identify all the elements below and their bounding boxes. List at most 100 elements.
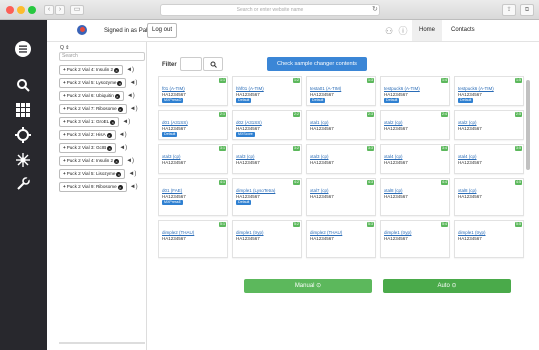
sample-card[interactable]: 1:1 f01 (A-TIM) HA1234567 MXPressO	[158, 76, 228, 106]
sample-card[interactable]: 3:4 xtal4 (cp) HA1234567	[380, 144, 450, 174]
tab-home[interactable]: Home	[412, 20, 442, 41]
sample-card[interactable]: 5:2 dimple1 (tryp) HA1234567	[232, 220, 302, 258]
grid-icon[interactable]	[12, 99, 34, 121]
sample-name-link[interactable]: xtal3 (cp)	[310, 154, 329, 159]
puck-button[interactable]: + Puck 2 Vial 7: Ribosome ×	[59, 104, 127, 114]
puck-button[interactable]: + Puck 2 Vial 4: Insulin 2 ×	[59, 65, 124, 75]
sample-card[interactable]: 1:4 testpuck6 (A-TIM) HA1234567 Default	[380, 76, 450, 106]
puck-button[interactable]: + Puck 2 Vial 9: Ribosome ×	[59, 182, 127, 192]
puck-button[interactable]: + Puck 2 Vial 5: Lysozyme ×	[59, 78, 127, 88]
speaker-icon[interactable]: ◄)	[126, 67, 134, 73]
sample-card[interactable]: 1:3 testa01 (A-TIM) HA1234567 Default	[306, 76, 376, 106]
sample-name-link[interactable]: testpuck6 (A-TIM)	[384, 86, 420, 91]
sample-name-link[interactable]: xtal2 (cp)	[384, 120, 403, 125]
sample-card[interactable]: 1:2 hhf01 (A-TIM) HA1234567 Default	[232, 76, 302, 106]
puck-button[interactable]: + Puck 3 Vial 2: HisA ×	[59, 130, 116, 140]
speaker-icon[interactable]: ◄)	[127, 93, 135, 99]
sample-name-link[interactable]: d01 (FAE)	[162, 188, 182, 193]
close-window-button[interactable]	[6, 6, 14, 14]
filter-search-button[interactable]	[203, 57, 223, 71]
sample-name-link[interactable]: d01 (A31SS)	[162, 120, 188, 125]
sample-card[interactable]: 4:1 d01 (FAE) HA1234567 MXPressE	[158, 178, 228, 216]
sample-name-link[interactable]: dimple1 (tryp)	[458, 230, 486, 235]
sample-card[interactable]: 2:4 xtal2 (cp) HA1234567	[380, 110, 450, 140]
tabs-icon[interactable]: ⧉	[520, 4, 534, 16]
sample-name-link[interactable]: testpuck6 (A-TIM)	[458, 86, 494, 91]
speaker-icon[interactable]: ◄)	[119, 145, 127, 151]
search-icon[interactable]	[12, 74, 34, 96]
tools-icon[interactable]	[12, 173, 34, 195]
sample-name-link[interactable]: dimple2 (THAU)	[162, 230, 194, 235]
sample-name-link[interactable]: dimple1 (tryp)	[384, 230, 412, 235]
sample-name-link[interactable]: dimple1 (tryp)	[236, 230, 264, 235]
sample-card[interactable]: 3:5 xtal4 (cp) HA1234567	[454, 144, 524, 174]
remove-icon[interactable]: ×	[116, 171, 122, 177]
sample-card[interactable]: 2:2 d02 (A31SS) HA1234567 MXScore	[232, 110, 302, 140]
sample-name-link[interactable]: xtal3 (cp)	[162, 154, 181, 159]
sample-name-link[interactable]: xtal2 (cp)	[458, 120, 477, 125]
sample-name-link[interactable]: dimple1 (LysoTetra)	[236, 188, 275, 193]
sample-card[interactable]: 5:5 dimple1 (tryp) HA1234567	[454, 220, 524, 258]
share-icon[interactable]: ⇪	[502, 4, 516, 16]
logout-button[interactable]: Log out	[147, 23, 178, 38]
remove-icon[interactable]: ×	[106, 132, 112, 138]
puck-button[interactable]: + Puck 2 Vial 4: Insulin 2 ×	[59, 156, 124, 166]
sample-name-link[interactable]: dimple2 (THAU)	[310, 230, 342, 235]
sample-card[interactable]: 1:5 testpuck6 (A-TIM) HA1234567 Default	[454, 76, 524, 106]
users-icon[interactable]: ⚇	[383, 25, 395, 37]
sample-card[interactable]: 3:3 xtal3 (cp) HA1234567	[306, 144, 376, 174]
speaker-icon[interactable]: ◄)	[129, 80, 137, 86]
sample-card[interactable]: 2:3 xtal1 (cp) HA1234567	[306, 110, 376, 140]
puck-button[interactable]: + Puck 2 Vial 5: Lisozyme ×	[59, 169, 126, 179]
speaker-icon[interactable]: ◄)	[130, 106, 138, 112]
sample-name-link[interactable]: xtal8 (cp)	[384, 188, 403, 193]
speaker-icon[interactable]: ◄)	[128, 171, 136, 177]
manual-button[interactable]: Manual ⊙	[244, 279, 372, 293]
sample-name-link[interactable]: xtal4 (cp)	[458, 154, 477, 159]
minimize-window-button[interactable]	[17, 6, 25, 14]
puck-button[interactable]: + Puck 2 Vial 6: Ubiquitin ×	[59, 91, 124, 101]
address-bar[interactable]: Search or enter website name	[160, 4, 380, 16]
sort-icon[interactable]: Q ⇕	[60, 45, 69, 51]
sample-name-link[interactable]: xtal3 (cp)	[236, 154, 255, 159]
menu-icon[interactable]	[12, 38, 34, 60]
sample-card[interactable]: 2:5 xtal2 (cp) HA1234567	[454, 110, 524, 140]
sample-card[interactable]: 4:5 xtal8 (cp) HA1234567	[454, 178, 524, 216]
sample-card[interactable]: 3:2 xtal3 (cp) HA1234567	[232, 144, 302, 174]
remove-icon[interactable]: ×	[107, 145, 113, 151]
remove-icon[interactable]: ×	[117, 184, 123, 190]
remove-icon[interactable]: ×	[117, 106, 123, 112]
sample-card[interactable]: 5:4 dimple1 (tryp) HA1234567	[380, 220, 450, 258]
sample-name-link[interactable]: xtal8 (cp)	[458, 188, 477, 193]
puck-button[interactable]: + Puck 2 Vial 3: GcIB ×	[59, 143, 117, 153]
tab-contacts[interactable]: Contacts	[445, 20, 481, 41]
zoom-window-button[interactable]	[28, 6, 36, 14]
sample-name-link[interactable]: f01 (A-TIM)	[162, 86, 185, 91]
check-sample-changer-button[interactable]: Check sample changer contents	[267, 57, 367, 71]
alert-icon[interactable]: ⓘ	[397, 25, 409, 37]
sample-name-link[interactable]: d02 (A31SS)	[236, 120, 262, 125]
sample-card[interactable]: 2:1 d01 (A31SS) HA1234567 Default	[158, 110, 228, 140]
sidebar-toggle-icon[interactable]: ▭	[70, 5, 84, 15]
sample-card[interactable]: 4:2 dimple1 (LysoTetra) HA1234567 Default	[232, 178, 302, 216]
speaker-icon[interactable]: ◄)	[119, 132, 127, 138]
remove-icon[interactable]: ×	[114, 67, 120, 73]
back-button[interactable]: ‹	[44, 5, 54, 15]
sample-name-link[interactable]: xtal7 (cp)	[310, 188, 329, 193]
sample-card[interactable]: 5:1 dimple2 (THAU) HA1234567	[158, 220, 228, 258]
grid-scrollbar[interactable]	[526, 80, 530, 170]
remove-icon[interactable]: ×	[117, 80, 123, 86]
puck-search-input[interactable]: Search	[59, 52, 145, 61]
sample-card[interactable]: 4:3 xtal7 (cp) HA1234567	[306, 178, 376, 216]
sample-name-link[interactable]: testa01 (A-TIM)	[310, 86, 341, 91]
reload-icon[interactable]: ↻	[372, 4, 378, 16]
sample-icon[interactable]	[12, 149, 34, 171]
settings-icon[interactable]	[12, 124, 34, 146]
remove-icon[interactable]: ×	[114, 158, 120, 164]
remove-icon[interactable]: ×	[114, 93, 120, 99]
speaker-icon[interactable]: ◄)	[130, 184, 138, 190]
sample-name-link[interactable]: hhf01 (A-TIM)	[236, 86, 264, 91]
filter-input[interactable]	[180, 57, 202, 71]
speaker-icon[interactable]: ◄)	[126, 158, 134, 164]
sample-name-link[interactable]: xtal1 (cp)	[310, 120, 329, 125]
